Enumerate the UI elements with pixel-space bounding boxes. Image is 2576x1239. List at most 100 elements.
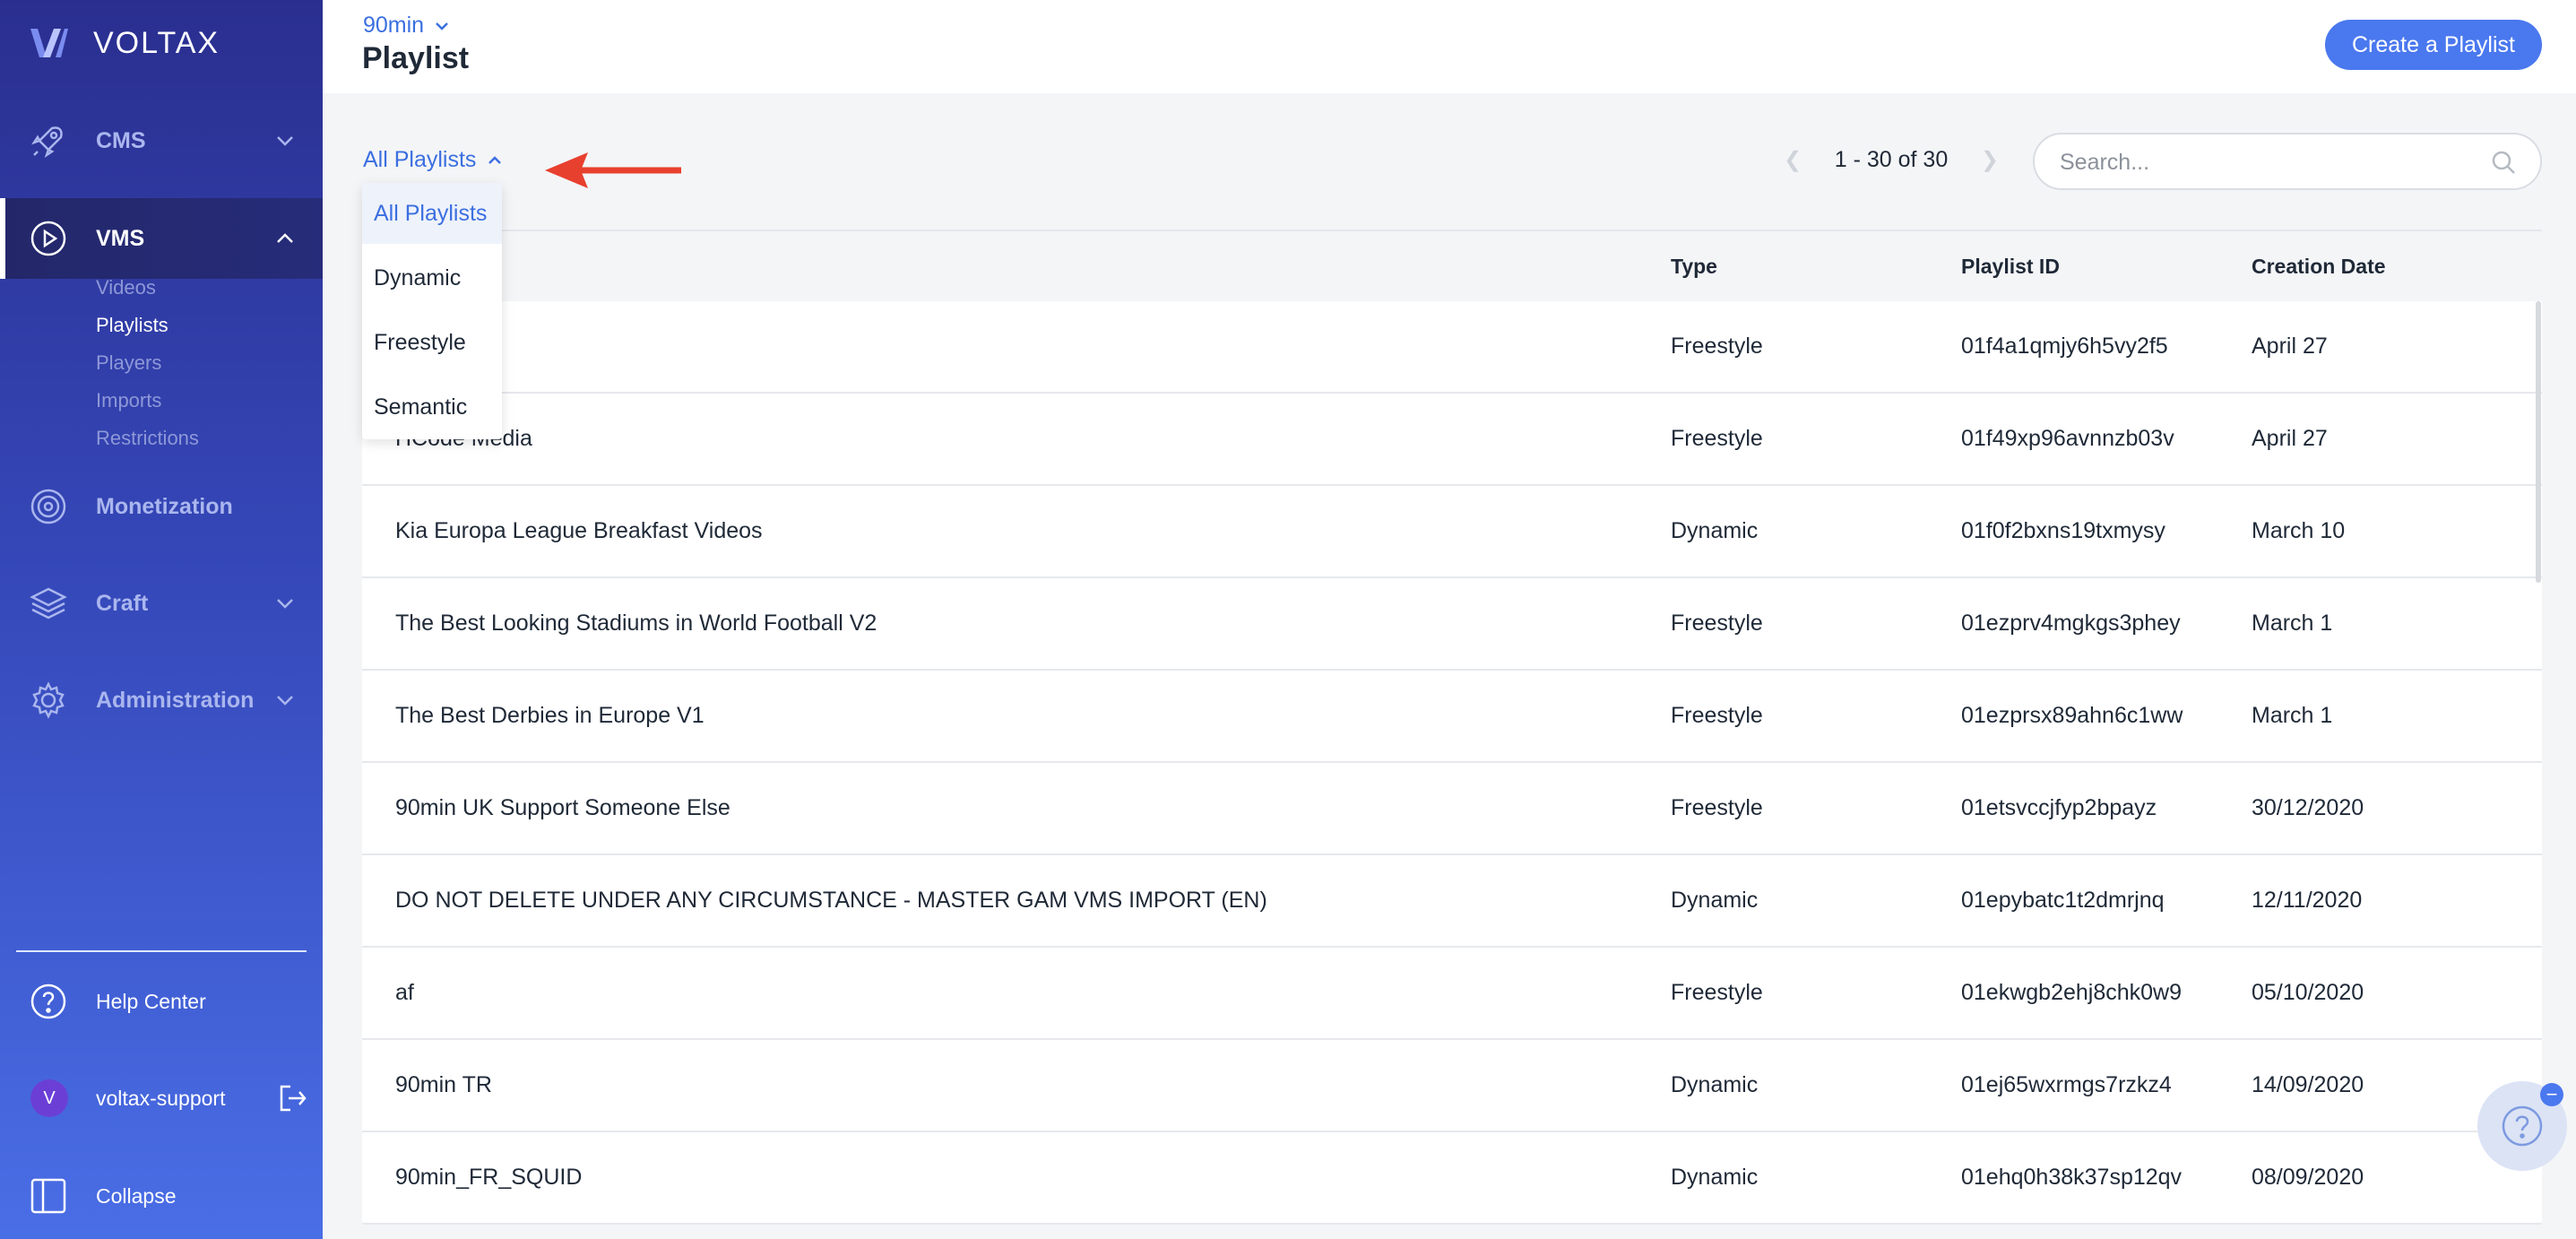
- cell-playlist-id: 01etsvccjfyp2bpayz: [1961, 795, 2157, 820]
- chevron-down-icon: [277, 599, 293, 609]
- column-header-playlist-id[interactable]: Playlist ID: [1961, 255, 2060, 279]
- cell-playlist-id: 01ezprv4mgkgs3phey: [1961, 611, 2181, 636]
- filter-selected-label: All Playlists: [363, 147, 477, 172]
- cell-playlist-id: 01f0f2bxns19txmysy: [1961, 518, 2165, 543]
- page-header: 90min Playlist Create a Playlist: [323, 0, 2576, 93]
- table-row[interactable]: DO NOT DELETE UNDER ANY CIRCUMSTANCE - M…: [362, 855, 2542, 948]
- cell-name: af: [395, 980, 414, 1005]
- collapse-sidebar-button[interactable]: Collapse: [0, 1165, 323, 1227]
- sidebar-subitem-restrictions[interactable]: Restrictions: [96, 427, 199, 450]
- cell-date: 05/10/2020: [2252, 980, 2364, 1005]
- dropdown-option-all-playlists[interactable]: All Playlists: [362, 183, 502, 244]
- cell-type: Dynamic: [1671, 1165, 1759, 1190]
- cell-date: 12/11/2020: [2252, 888, 2363, 913]
- table-row[interactable]: 90min UK Support Someone Else Freestyle …: [362, 763, 2542, 855]
- help-center-link[interactable]: Help Center: [0, 970, 323, 1033]
- brand-logo[interactable]: VOLTAX: [29, 25, 220, 61]
- annotation-arrow-icon: [545, 152, 681, 188]
- playlist-type-filter[interactable]: All Playlists: [363, 147, 503, 173]
- sidebar-subitem-playlists[interactable]: Playlists: [96, 314, 169, 337]
- search-input[interactable]: [2060, 147, 2472, 178]
- cell-playlist-id: 01epybatc1t2dmrjnq: [1961, 888, 2165, 913]
- column-header-creation-date[interactable]: Creation Date: [2252, 255, 2386, 279]
- cell-date: April 27: [2252, 334, 2328, 359]
- rocket-icon: [30, 126, 63, 159]
- sidebar-subitem-videos[interactable]: Videos: [96, 276, 156, 299]
- cell-name: The Best Derbies in Europe V1: [395, 703, 705, 728]
- sidebar-item-cms[interactable]: CMS: [0, 100, 323, 181]
- sidebar-subitem-players[interactable]: Players: [96, 351, 161, 375]
- sidebar-item-vms[interactable]: VMS: [0, 198, 323, 279]
- sidebar-item-craft[interactable]: Craft: [0, 563, 323, 644]
- cell-date: 30/12/2020: [2252, 795, 2364, 820]
- dropdown-option-dynamic[interactable]: Dynamic: [362, 247, 502, 308]
- sidebar-item-monetization[interactable]: Monetization: [0, 466, 323, 547]
- chevron-down-icon: [277, 136, 293, 146]
- pagination: ❮ 1 - 30 of 30 ❯: [1784, 147, 1999, 173]
- table-row[interactable]: Kia Europa League Breakfast Videos Dynam…: [362, 486, 2542, 578]
- table-row[interactable]: HCode Media Freestyle 01f49xp96avnnzb03v…: [362, 394, 2542, 486]
- dropdown-option-semantic[interactable]: Semantic: [362, 377, 502, 438]
- table-row[interactable]: 90min TR Dynamic 01ej65wxrmgs7rzkz4 14/0…: [362, 1040, 2542, 1132]
- cell-date: 14/09/2020: [2252, 1072, 2364, 1097]
- create-playlist-button[interactable]: Create a Playlist: [2324, 20, 2542, 70]
- voltax-logo-icon: [30, 29, 68, 57]
- cell-playlist-id: 01f4a1qmjy6h5vy2f5: [1961, 334, 2168, 359]
- collapse-label: Collapse: [96, 1183, 177, 1208]
- search-icon[interactable]: [2490, 149, 2517, 176]
- sidebar-collapse-icon: [30, 1178, 66, 1214]
- cell-type: Dynamic: [1671, 1072, 1759, 1097]
- layers-icon: [30, 587, 67, 620]
- cell-playlist-id: 01ezprsx89ahn6c1ww: [1961, 703, 2183, 728]
- table-row[interactable]: The Best Looking Stadiums in World Footb…: [362, 578, 2542, 671]
- cell-type: Freestyle: [1671, 703, 1763, 728]
- cell-type: Freestyle: [1671, 611, 1763, 636]
- minimize-help-badge[interactable]: −: [2540, 1083, 2563, 1106]
- help-center-label: Help Center: [96, 989, 206, 1013]
- cell-playlist-id: 01ej65wxrmgs7rzkz4: [1961, 1072, 2172, 1097]
- cell-date: March 10: [2252, 518, 2346, 543]
- prev-page-icon[interactable]: ❮: [1784, 147, 1802, 173]
- table-row[interactable]: 90min_FR_SQUID Dynamic 01ehq0h38k37sp12q…: [362, 1132, 2542, 1225]
- sidebar-item-label: Monetization: [96, 493, 233, 519]
- username: voltax-support: [96, 1086, 226, 1110]
- table-row[interactable]: ylist Freestyle 01f4a1qmjy6h5vy2f5 April…: [362, 301, 2542, 394]
- column-header-type[interactable]: Type: [1671, 255, 1717, 279]
- sidebar-item-administration[interactable]: Administration: [0, 660, 323, 741]
- cell-playlist-id: 01ekwgb2ehj8chk0w9: [1961, 980, 2183, 1005]
- logout-icon[interactable]: [278, 1083, 308, 1113]
- dropdown-option-freestyle[interactable]: Freestyle: [362, 312, 502, 373]
- cell-type: Freestyle: [1671, 426, 1763, 451]
- avatar: V: [30, 1079, 68, 1117]
- sidebar-divider: [16, 950, 307, 952]
- sidebar-subitem-imports[interactable]: Imports: [96, 389, 161, 412]
- next-page-icon[interactable]: ❯: [1981, 147, 1999, 173]
- org-selector[interactable]: 90min: [363, 13, 451, 39]
- sidebar-item-label: VMS: [96, 225, 145, 251]
- cell-name: 90min TR: [395, 1072, 492, 1097]
- question-circle-icon: [2502, 1105, 2543, 1147]
- brand-name: VOLTAX: [93, 25, 220, 60]
- cell-name: DO NOT DELETE UNDER ANY CIRCUMSTANCE - M…: [395, 888, 1267, 913]
- sidebar-item-label: CMS: [96, 127, 146, 153]
- chevron-down-icon: [277, 696, 293, 706]
- cell-name: 90min UK Support Someone Else: [395, 795, 730, 820]
- search-box: [2033, 133, 2542, 190]
- gear-icon: [32, 681, 65, 719]
- sidebar-item-label: Craft: [96, 590, 149, 616]
- sidebar: VOLTAX CMS VMS Videos Playlists Players …: [0, 0, 323, 1239]
- table-header: Type Playlist ID Creation Date: [362, 230, 2542, 301]
- cell-date: 08/09/2020: [2252, 1165, 2364, 1190]
- cell-type: Dynamic: [1671, 518, 1759, 543]
- chevron-down-icon: [436, 22, 448, 30]
- user-account[interactable]: V voltax-support: [0, 1067, 323, 1130]
- target-icon: [30, 489, 66, 524]
- table-row[interactable]: The Best Derbies in Europe V1 Freestyle …: [362, 671, 2542, 763]
- table-row[interactable]: af Freestyle 01ekwgb2ehj8chk0w9 05/10/20…: [362, 948, 2542, 1040]
- cell-type: Freestyle: [1671, 334, 1763, 359]
- cell-playlist-id: 01f49xp96avnnzb03v: [1961, 426, 2174, 451]
- cell-playlist-id: 01ehq0h38k37sp12qv: [1961, 1165, 2183, 1190]
- play-circle-icon: [30, 221, 66, 256]
- question-circle-icon: [30, 983, 66, 1019]
- table-scrollbar[interactable]: [2536, 301, 2541, 583]
